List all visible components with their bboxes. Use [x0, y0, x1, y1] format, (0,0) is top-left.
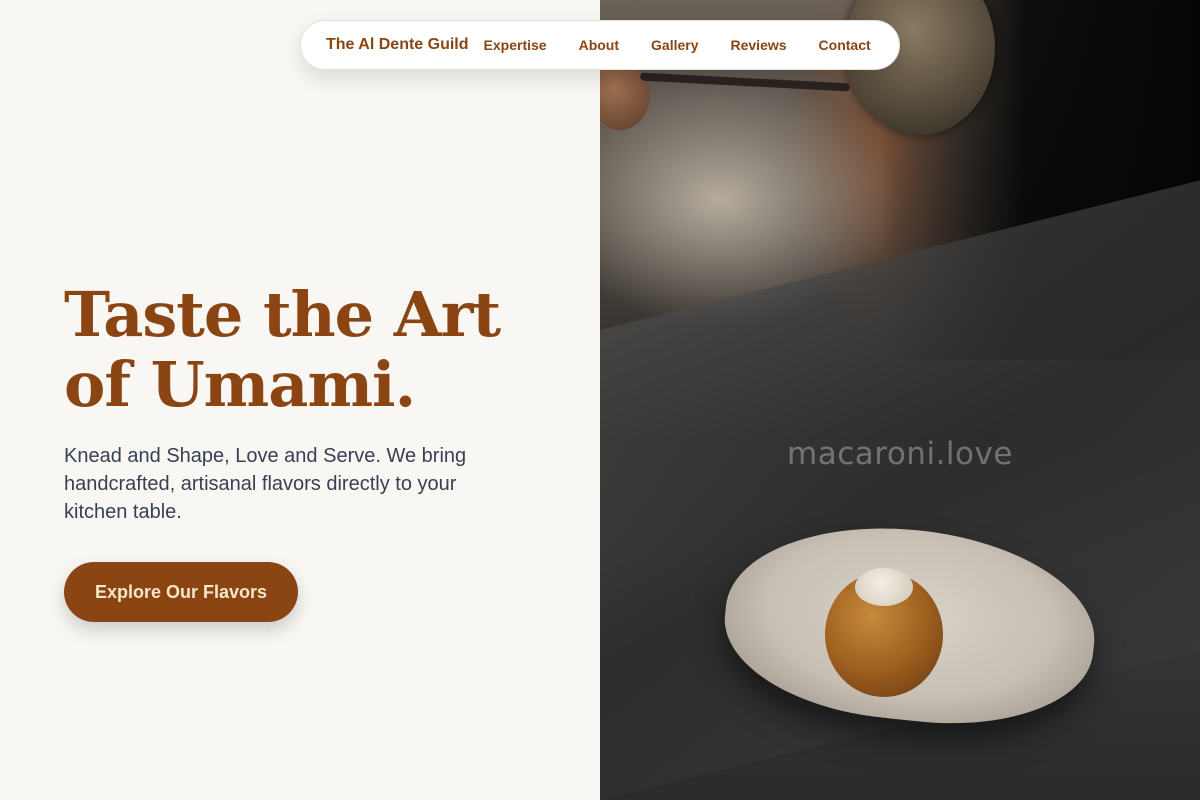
photo-hand — [600, 60, 650, 130]
nav-link-about[interactable]: About — [579, 37, 619, 53]
top-navigation: The Al Dente Guild Expertise About Galle… — [300, 20, 900, 70]
photo-sieve-handle — [639, 72, 851, 92]
brand-name[interactable]: The Al Dente Guild — [326, 36, 469, 54]
hero-photo: macaroni.love — [600, 0, 1200, 800]
hero-description: Knead and Shape, Love and Serve. We brin… — [64, 445, 467, 523]
nav-link-gallery[interactable]: Gallery — [651, 37, 698, 53]
nav-links: Expertise About Gallery Reviews Contact — [484, 37, 871, 53]
hero-title: Taste the Art of Umami. — [64, 280, 564, 420]
nav-link-expertise[interactable]: Expertise — [484, 37, 547, 53]
hero-title-line-1: Taste the Art — [64, 278, 501, 351]
hero-section: Taste the Art of Umami. Knead and Shape,… — [64, 280, 564, 526]
nav-link-contact[interactable]: Contact — [819, 37, 871, 53]
hero-title-line-2: of Umami. — [64, 348, 416, 421]
photo-watermark: macaroni.love — [787, 436, 1013, 472]
nav-link-reviews[interactable]: Reviews — [731, 37, 787, 53]
explore-flavors-button[interactable]: Explore Our Flavors — [64, 562, 298, 622]
photo-garnish — [855, 568, 913, 606]
